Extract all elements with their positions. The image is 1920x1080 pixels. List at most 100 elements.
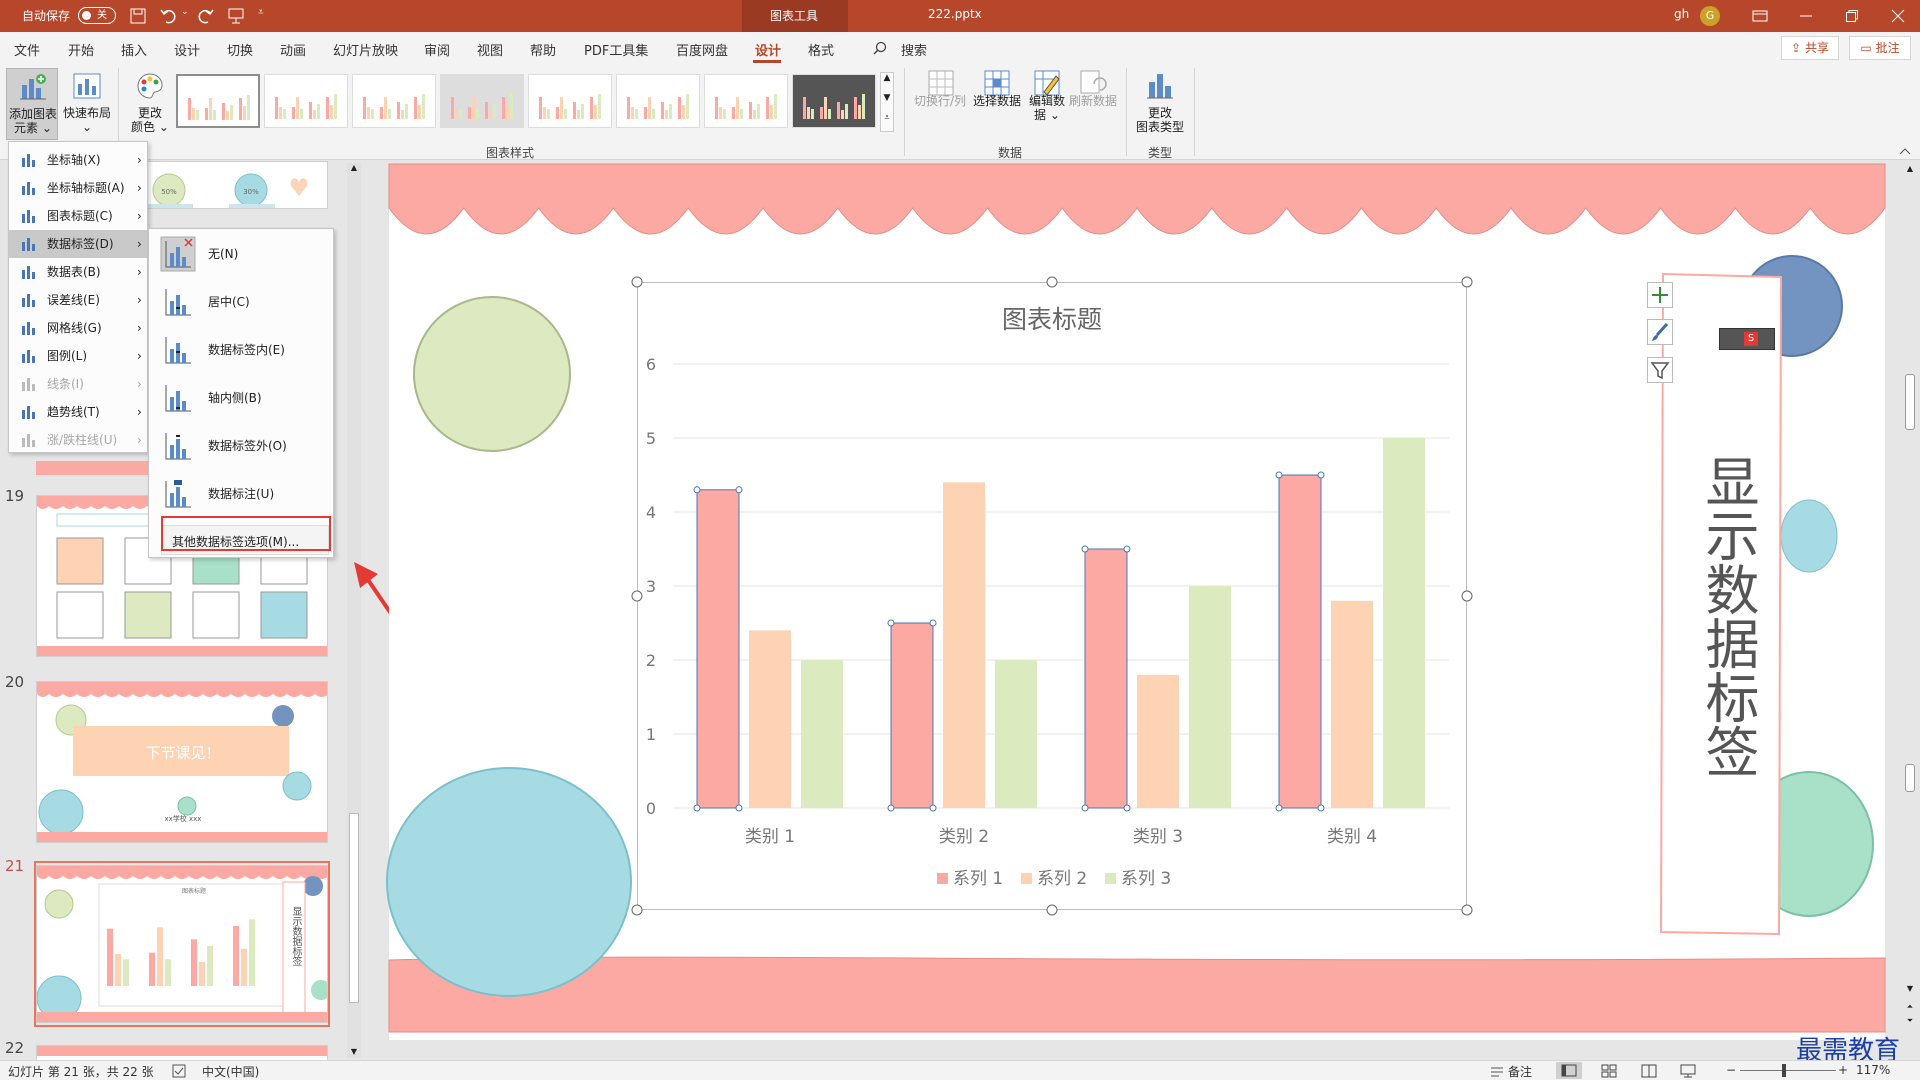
selection-point[interactable] xyxy=(693,804,701,812)
resize-handle[interactable] xyxy=(1461,904,1473,916)
save-icon[interactable] xyxy=(130,8,146,24)
slide-thumbnail-20[interactable]: 下节课见！ xx学校 xxx xyxy=(36,681,328,843)
search-icon[interactable] xyxy=(873,41,887,55)
bar-1-1[interactable] xyxy=(696,489,740,809)
change-colors-button[interactable]: 更改 颜色 ⌄ xyxy=(124,68,176,140)
selection-point[interactable] xyxy=(1123,545,1131,553)
bar-3-4[interactable] xyxy=(1383,438,1425,808)
selection-point[interactable] xyxy=(735,804,743,812)
gallery-more-icon[interactable]: ⩡ xyxy=(881,113,893,123)
menu-item-axis-title[interactable]: 坐标轴标题(A) › xyxy=(9,174,147,202)
slide-thumbnail-21[interactable]: 图表标题 显示数据标签 xyxy=(36,865,328,1023)
gallery-up-icon[interactable]: ▲ xyxy=(881,73,893,83)
undo-icon[interactable] xyxy=(160,8,178,24)
zoom-in-icon[interactable]: + xyxy=(1838,1063,1848,1077)
panel-scroll-thumb[interactable] xyxy=(349,813,359,1003)
menu-item-data-table[interactable]: 数据表(B) › xyxy=(9,258,147,286)
change-chart-type-button[interactable]: 更改 图表类型 xyxy=(1132,68,1188,138)
chart-style-8[interactable] xyxy=(792,74,876,128)
select-data-button[interactable]: 选择数据 xyxy=(970,68,1024,108)
tab-slideshow[interactable]: 幻灯片放映 xyxy=(333,40,398,59)
refresh-data-button[interactable]: 刷新数据 xyxy=(1068,68,1118,108)
tab-format[interactable]: 格式 xyxy=(808,40,834,59)
tab-insert[interactable]: 插入 xyxy=(121,40,147,59)
slide-sorter-icon[interactable] xyxy=(1601,1064,1617,1078)
bar-2-1[interactable] xyxy=(749,630,791,808)
bar-2-4[interactable] xyxy=(1331,600,1373,808)
tab-review[interactable]: 审阅 xyxy=(424,40,450,59)
chart-style-3[interactable] xyxy=(352,74,436,128)
bar-1-4[interactable] xyxy=(1278,474,1322,809)
zoom-slider[interactable] xyxy=(1740,1070,1836,1071)
normal-view-button[interactable] xyxy=(1556,1062,1582,1079)
chart-style-7[interactable] xyxy=(704,74,788,128)
selection-point[interactable] xyxy=(1275,804,1283,812)
notes-button[interactable]: 备注 xyxy=(1508,1063,1532,1080)
gallery-scroll[interactable]: ▲ ▼ ⩡ xyxy=(880,72,894,132)
close-icon[interactable] xyxy=(1891,9,1905,23)
present-icon[interactable] xyxy=(228,8,244,24)
bar-1-2[interactable] xyxy=(890,622,934,809)
menu-item-trendline[interactable]: 趋势线(T) › xyxy=(9,398,147,426)
data-label-option-center[interactable]: 居中(C) xyxy=(149,279,335,325)
language-indicator[interactable]: 中文(中国) xyxy=(202,1063,259,1080)
chart-area[interactable]: 图表标题 0 1 2 3 4 5 6 类别 1 类别 2 类别 3 类别 4 系列 1 系列 2 系列 3 xyxy=(631,276,1473,916)
menu-item-data-labels[interactable]: 数据标签(D) › xyxy=(9,230,147,258)
menu-item-axes[interactable]: 坐标轴(X) › xyxy=(9,146,147,174)
panel-scroll-down-icon[interactable]: ▼ xyxy=(347,1047,361,1056)
data-label-option-outside-end[interactable]: 数据标签外(O) xyxy=(149,423,335,469)
resize-handle[interactable] xyxy=(1046,904,1058,916)
data-label-option-no[interactable]: 无(N) xyxy=(149,231,335,277)
selection-point[interactable] xyxy=(1275,471,1283,479)
tab-file[interactable]: 文件 xyxy=(14,40,40,59)
bar-3-2[interactable] xyxy=(995,660,1037,808)
slide-scrollbar[interactable]: ▲ ▼ ⏶ ⏷ xyxy=(1902,164,1918,1034)
next-slide-icon[interactable]: ⏷ xyxy=(1902,1016,1918,1026)
slideshow-icon[interactable] xyxy=(1680,1064,1696,1078)
chart-elements-button[interactable] xyxy=(1647,282,1673,308)
reading-view-icon[interactable] xyxy=(1641,1064,1657,1078)
ribbon-display-icon[interactable] xyxy=(1752,10,1768,22)
menu-item-updown-bars[interactable]: 涨/跌柱线(U) › xyxy=(9,426,147,454)
resize-handle[interactable] xyxy=(1046,276,1058,288)
tab-design[interactable]: 设计 xyxy=(174,40,200,59)
chart-style-4[interactable] xyxy=(440,74,524,128)
menu-item-legend[interactable]: 图例(L) › xyxy=(9,342,147,370)
scroll-down-icon[interactable]: ▼ xyxy=(1902,984,1918,993)
chart-style-2[interactable] xyxy=(264,74,348,128)
chart-style-5[interactable] xyxy=(528,74,612,128)
redo-icon[interactable] xyxy=(196,8,214,24)
selection-point[interactable] xyxy=(1081,545,1089,553)
resize-handle[interactable] xyxy=(631,904,643,916)
edit-data-button[interactable]: 编辑数 据 ⌄ xyxy=(1024,68,1070,128)
tab-transitions[interactable]: 切换 xyxy=(227,40,253,59)
menu-item-error-bars[interactable]: 误差线(E) › xyxy=(9,286,147,314)
bar-2-2[interactable] xyxy=(943,482,985,808)
tab-baidu-netdisk[interactable]: 百度网盘 xyxy=(676,40,728,59)
autosave-toggle[interactable]: 关 xyxy=(78,7,116,24)
resize-handle[interactable] xyxy=(1461,276,1473,288)
data-label-option-data-callout[interactable]: 数据标注(U) xyxy=(149,471,335,517)
gallery-down-icon[interactable]: ▼ xyxy=(881,93,893,103)
selection-point[interactable] xyxy=(1123,804,1131,812)
scroll-up-icon[interactable]: ▲ xyxy=(1902,164,1918,173)
chart-filters-button[interactable] xyxy=(1647,357,1673,383)
share-button[interactable]: ⇪ 共享 xyxy=(1781,36,1839,60)
collapse-ribbon-icon[interactable] xyxy=(1899,148,1911,155)
switch-row-column-button[interactable]: 切换行/列 xyxy=(910,68,970,108)
resize-handle[interactable] xyxy=(631,590,643,602)
chart-title[interactable]: 图表标题 xyxy=(1002,305,1102,334)
data-label-option-inside-end[interactable]: 数据标签内(E) xyxy=(149,327,335,373)
resize-handle[interactable] xyxy=(631,276,643,288)
add-chart-element-button[interactable]: 添加图表 元素 ⌄ xyxy=(6,68,58,140)
bar-3-3[interactable] xyxy=(1189,586,1231,808)
slide-thumbnail-22[interactable] xyxy=(36,1045,328,1061)
customize-qat-icon[interactable]: ⩡ xyxy=(258,7,264,18)
selection-point[interactable] xyxy=(887,619,895,627)
legend-label-1[interactable]: 系列 1 xyxy=(953,869,1003,889)
ime-toolbar[interactable]: S xyxy=(1719,328,1775,350)
chart-styles-button[interactable] xyxy=(1647,319,1673,345)
chart-style-1[interactable] xyxy=(176,74,260,128)
selection-point[interactable] xyxy=(1317,804,1325,812)
data-label-option-inside-base[interactable]: 轴内侧(B) xyxy=(149,375,335,421)
